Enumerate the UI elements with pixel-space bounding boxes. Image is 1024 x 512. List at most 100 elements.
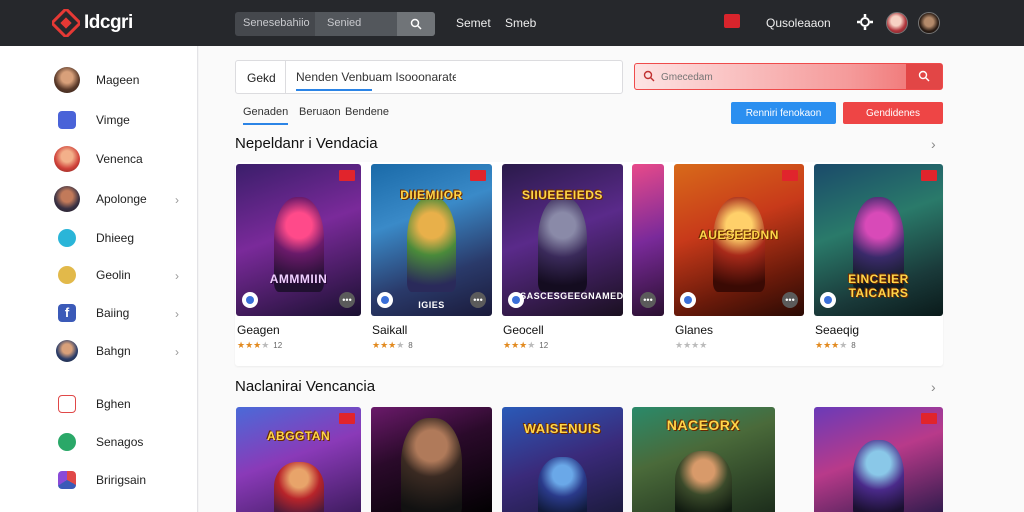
colorful-app-icon xyxy=(58,471,76,489)
more-icon[interactable]: ••• xyxy=(640,292,656,308)
section-title: Nepeldanr i Vendacia xyxy=(235,135,378,152)
user-name[interactable]: Qusoleaaon xyxy=(766,16,831,30)
avatar[interactable] xyxy=(918,12,940,34)
sidebar-item-label: Mageen xyxy=(96,73,140,87)
sidebar-item-label: Baiing xyxy=(96,306,130,320)
card-caption: IGIES xyxy=(418,300,445,310)
game-card[interactable]: EINCEIER TAICAIRS xyxy=(814,164,943,316)
star-rating: ★★★★ 8 xyxy=(815,340,856,350)
tab-bendene[interactable]: Bendene xyxy=(345,106,389,118)
blue-action-button[interactable]: Renniri fenokaon xyxy=(731,102,836,124)
chevron-right-icon[interactable]: › xyxy=(931,379,936,395)
game-title[interactable]: Glanes xyxy=(675,323,713,337)
character-art xyxy=(401,418,462,512)
game-card[interactable] xyxy=(371,407,492,512)
sidebar-item-bahgn[interactable]: Bahgn › xyxy=(0,334,198,368)
sidebar-item-venenca[interactable]: Venenca xyxy=(0,142,198,176)
search-icon xyxy=(643,70,655,82)
character-art xyxy=(538,456,587,512)
topnav-item-2[interactable]: Smeb xyxy=(505,16,536,30)
game-card[interactable]: DIIEMIIOR IGIES ••• xyxy=(371,164,492,316)
topnav-item-1[interactable]: Semet xyxy=(456,16,491,30)
game-card[interactable]: ••• xyxy=(632,164,664,316)
card-banner: SIIUEEEIEDS xyxy=(522,188,603,202)
more-icon[interactable]: ••• xyxy=(339,292,355,308)
filter-input[interactable] xyxy=(296,68,456,86)
character-art xyxy=(713,197,765,292)
sidebar-item-dhieeg[interactable]: Dhieeg xyxy=(0,221,198,255)
app-tile-icon xyxy=(58,111,76,129)
character-art xyxy=(674,451,733,512)
game-card[interactable]: AUESEEDNN ••• xyxy=(674,164,804,316)
sidebar-item-label: Dhieeg xyxy=(96,231,135,245)
sidebar-item-bghen[interactable]: Bghen xyxy=(0,387,198,421)
logo-icon[interactable] xyxy=(52,9,80,37)
sidebar-item-senagos[interactable]: Senagos xyxy=(0,425,198,459)
gear-icon[interactable] xyxy=(856,13,874,31)
search-segment-2[interactable]: Senied xyxy=(315,12,397,36)
input-underline xyxy=(296,89,372,91)
hot-badge xyxy=(470,170,486,181)
hot-badge xyxy=(921,413,937,424)
game-title[interactable]: Saikall xyxy=(372,323,407,337)
star-rating: ★★★★ 12 xyxy=(237,340,283,350)
red-search-input[interactable] xyxy=(661,69,861,85)
sidebar-item-bririgsain[interactable]: Bririgsain xyxy=(0,463,198,497)
game-card[interactable] xyxy=(814,407,943,512)
sidebar-item-mageen[interactable]: Mageen xyxy=(0,63,198,97)
more-icon[interactable]: ••• xyxy=(782,292,798,308)
tab-genaden[interactable]: Genaden xyxy=(243,106,289,125)
more-icon[interactable]: ••• xyxy=(470,292,486,308)
card-banner: AMMMIIN xyxy=(269,272,328,286)
avatar[interactable] xyxy=(886,12,908,34)
logo-text[interactable]: Idcgri xyxy=(84,12,133,34)
sidebar-item-label: Vimge xyxy=(96,113,130,127)
divider xyxy=(285,61,286,93)
red-search-bar[interactable] xyxy=(634,63,943,90)
top-search-bar[interactable]: Senesebahiio Senied xyxy=(235,12,435,36)
red-action-button[interactable]: Gendidenes xyxy=(843,102,943,124)
flag-icon[interactable] xyxy=(724,14,740,28)
sidebar-item-apolonge[interactable]: Apolonge › xyxy=(0,182,198,216)
section-title: Naclanirai Vencancia xyxy=(235,378,376,395)
sidebar-item-geolin[interactable]: Geolin › xyxy=(0,258,198,292)
card-caption: SASCESGEEGNAMED xyxy=(520,291,623,301)
search-segment-2-label: Senied xyxy=(327,17,362,29)
search-icon xyxy=(918,70,930,82)
top-search-button[interactable] xyxy=(397,12,435,36)
game-title[interactable]: Seaeqig xyxy=(815,323,859,337)
sidebar-item-label: Bahgn xyxy=(96,344,131,358)
sidebar-item-vimge[interactable]: Vimge xyxy=(0,103,198,137)
character-art xyxy=(273,462,324,512)
message-icon xyxy=(58,395,76,413)
search-segment-1[interactable]: Senesebahiio xyxy=(243,17,310,29)
chevron-right-icon: › xyxy=(175,345,179,359)
character-art xyxy=(407,197,456,292)
tab-beruaon[interactable]: Beruaon xyxy=(299,106,341,118)
character-art xyxy=(538,197,587,292)
chevron-right-icon: › xyxy=(175,307,179,321)
chat-icon xyxy=(58,229,76,247)
game-title[interactable]: Geocell xyxy=(503,323,544,337)
platform-icon xyxy=(820,292,836,308)
star-rating: ★★★★ xyxy=(675,340,708,350)
red-search-button[interactable] xyxy=(906,64,942,89)
top-bar: Idcgri Senesebahiio Senied Semet Smeb Qu… xyxy=(0,0,1024,46)
game-title[interactable]: Geagen xyxy=(237,323,280,337)
chevron-right-icon: › xyxy=(175,269,179,283)
sidebar-item-label: Geolin xyxy=(96,268,131,282)
game-card[interactable]: ABGGTAN xyxy=(236,407,361,512)
game-card[interactable]: NACEORX xyxy=(632,407,775,512)
sidebar-item-label: Bghen xyxy=(96,397,131,411)
sidebar-item-baiing[interactable]: f Baiing › xyxy=(0,296,198,330)
chevron-right-icon: › xyxy=(175,193,179,207)
chevron-right-icon[interactable]: › xyxy=(931,136,936,152)
game-card[interactable]: SIIUEEEIEDS SASCESGEEGNAMED xyxy=(502,164,623,316)
character-art xyxy=(852,440,905,512)
game-card[interactable]: WAISENUIS xyxy=(502,407,623,512)
game-card[interactable]: AMMMIIN ••• xyxy=(236,164,361,316)
filter-box[interactable]: Gekd xyxy=(235,60,623,94)
sidebar-item-label: Venenca xyxy=(96,152,143,166)
sidebar-item-label: Apolonge xyxy=(96,192,147,206)
card-banner: NACEORX xyxy=(666,417,741,433)
